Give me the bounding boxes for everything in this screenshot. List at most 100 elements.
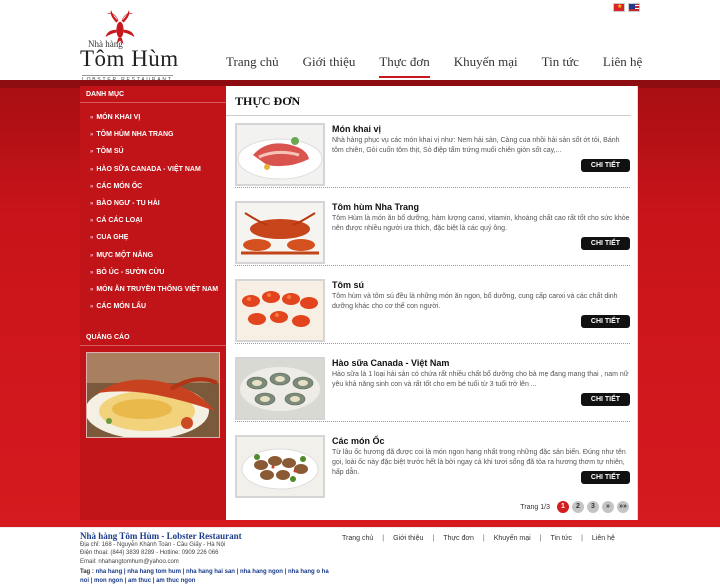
nav-about[interactable]: Giới thiệu xyxy=(303,54,368,76)
tag-link[interactable]: nha hang tom hum xyxy=(127,569,181,575)
tag-link[interactable]: nha hang ngon xyxy=(240,569,283,575)
nav-menu[interactable]: Thực đơn xyxy=(379,54,441,78)
footer-phone: Điện thoại: (844) 3839 8289 - Hotline: 0… xyxy=(80,550,219,556)
tag-link[interactable]: nha hang xyxy=(96,569,123,575)
last-page-button[interactable]: »» xyxy=(617,501,629,513)
double-arrow-icon: » xyxy=(90,149,94,156)
footer-nav: Trang chủ | Giới thiệu | Thực đơn | Khuyến … xyxy=(342,535,615,542)
category-heading: DANH MỤC xyxy=(80,86,226,103)
pagination: Trang 1/3 1 2 3 » »» xyxy=(520,501,629,513)
menu-item: Tôm hùm Nha Trang Tôm Hùm là món ăn bổ d… xyxy=(235,201,633,271)
double-arrow-icon: » xyxy=(90,286,94,293)
content-panel: THỰC ĐƠN Món khai vị Nhà hàng phục vụ cá… xyxy=(226,86,638,520)
nav-separator: | xyxy=(432,535,435,542)
nav-separator: | xyxy=(539,535,542,542)
page-3-button[interactable]: 3 xyxy=(587,501,599,513)
menu-item-title[interactable]: Các món Ốc xyxy=(332,436,385,446)
menu-item-thumbnail[interactable] xyxy=(235,435,325,498)
category-item[interactable]: » CÁC MÓN LẨU xyxy=(80,298,226,315)
oyster-image xyxy=(237,359,323,418)
menu-item-title[interactable]: Hào sữa Canada - Việt Nam xyxy=(332,358,449,368)
nav-separator: | xyxy=(482,535,485,542)
main-nav: Trang chủ Giới thiệu Thực đơn Khuyến mại… xyxy=(226,54,666,78)
menu-item-thumbnail[interactable] xyxy=(235,123,325,186)
tag-link[interactable]: am thuc xyxy=(128,578,151,584)
category-item[interactable]: » BÀO NGƯ - TU HÀI xyxy=(80,195,226,212)
category-list: » MÓN KHAI VỊ » TÔM HÙM NHA TRANG » TÔM SÚ … xyxy=(80,103,226,315)
site-footer: Nhà hàng Tôm Hùm - Lobster Restaurant Đị… xyxy=(0,527,720,587)
details-button[interactable]: CHI TIẾT xyxy=(581,393,630,406)
menu-item-thumbnail[interactable] xyxy=(235,201,325,264)
footer-restaurant-name: Nhà hàng Tôm Hùm - Lobster Restaurant xyxy=(80,531,242,541)
tag-link[interactable]: nha hang hai san xyxy=(186,569,235,575)
footer-nav-contact[interactable]: Liên hệ xyxy=(592,535,615,542)
footer-nav-news[interactable]: Tin tức xyxy=(551,535,573,542)
menu-item-description: Nhà hàng phục vụ các món khai vị như: Ne… xyxy=(332,137,620,154)
item-separator xyxy=(235,187,630,188)
footer-nav-about[interactable]: Giới thiệu xyxy=(393,535,423,542)
sidebar: DANH MỤC » MÓN KHAI VỊ » TÔM HÙM NHA TRANG… xyxy=(80,86,226,520)
details-button[interactable]: CHI TIẾT xyxy=(581,471,630,484)
footer-nav-promotions[interactable]: Khuyến mại xyxy=(494,535,531,542)
category-item[interactable]: » MÓN ĂN TRUYỀN THỐNG VIỆT NAM xyxy=(80,281,226,298)
double-arrow-icon: » xyxy=(90,115,94,121)
category-item[interactable]: » MÓN KHAI VỊ xyxy=(80,109,226,126)
category-item[interactable]: » BÒ ÚC - SƯỜN CỪU xyxy=(80,264,226,281)
category-item[interactable]: » CUA GHẸ xyxy=(80,229,226,246)
menu-item-thumbnail[interactable] xyxy=(235,279,325,342)
category-item[interactable]: » TÔM HÙM NHA TRANG xyxy=(80,126,226,143)
ad-banner-image[interactable] xyxy=(86,352,220,439)
language-switcher xyxy=(613,3,640,12)
nav-news[interactable]: Tin tức xyxy=(542,54,591,76)
logo-title: Tôm Hùm xyxy=(80,46,179,71)
menu-item-title[interactable]: Tôm sú xyxy=(332,280,364,290)
item-separator xyxy=(235,265,630,266)
nav-contact[interactable]: Liên hệ xyxy=(603,54,654,76)
category-item[interactable]: » CÁ CÁC LOẠI xyxy=(80,212,226,229)
double-arrow-icon: » xyxy=(90,183,94,190)
menu-item-title[interactable]: Tôm hùm Nha Trang xyxy=(332,202,419,212)
category-item[interactable]: » HÀO SỮA CANADA - VIỆT NAM xyxy=(80,161,226,178)
double-arrow-icon: » xyxy=(90,235,94,242)
menu-item-thumbnail[interactable] xyxy=(235,357,325,420)
lobster-dish-image xyxy=(87,353,219,438)
english-flag-icon[interactable] xyxy=(628,3,640,12)
page-2-button[interactable]: 2 xyxy=(572,501,584,513)
category-item[interactable]: » TÔM SÚ xyxy=(80,143,226,160)
footer-email: Email: nhahangtomhum@yahoo.com xyxy=(80,559,179,565)
menu-item-description: Hào sữa là 1 loại hải sản có chứa rất nh… xyxy=(332,371,629,388)
page-1-button[interactable]: 1 xyxy=(557,501,569,513)
details-button[interactable]: CHI TIẾT xyxy=(581,315,630,328)
details-button[interactable]: CHI TIẾT xyxy=(581,237,630,250)
nav-separator: | xyxy=(382,535,385,542)
vietnam-flag-icon[interactable] xyxy=(613,3,625,12)
menu-item-description: Tôm Hùm là món ăn bổ dưỡng, hàm lượng ca… xyxy=(332,215,630,232)
tag-link[interactable]: mon ngon xyxy=(94,578,123,584)
site-logo[interactable]: Nhà hàng Tôm Hùm LOBSTER RESTAURANT xyxy=(80,10,178,83)
site-header: Nhà hàng Tôm Hùm LOBSTER RESTAURANT Tran… xyxy=(0,0,720,83)
footer-nav-home[interactable]: Trang chủ xyxy=(342,535,373,542)
menu-item-description: Tôm hùm và tôm sú đều là những món ăn ng… xyxy=(332,293,618,310)
double-arrow-icon: » xyxy=(90,200,94,207)
category-item[interactable]: » MỰC MỘT NẮNG xyxy=(80,247,226,264)
footer-tags: Tag : nha hang | nha hang tom hum | nha … xyxy=(80,569,329,584)
menu-item: Hào sữa Canada - Việt Nam Hào sữa là 1 l… xyxy=(235,357,633,427)
nav-promotions[interactable]: Khuyến mại xyxy=(454,54,530,76)
tag-link[interactable]: am thuc ngon xyxy=(156,578,195,584)
menu-item: Món khai vị Nhà hàng phục vụ các món kha… xyxy=(235,123,633,193)
footer-nav-menu[interactable]: Thực đơn xyxy=(443,535,474,542)
nav-home[interactable]: Trang chủ xyxy=(226,54,291,76)
snail-image xyxy=(237,437,323,496)
menu-item-title[interactable]: Món khai vị xyxy=(332,124,381,134)
double-arrow-icon: » xyxy=(90,269,94,276)
page-title: THỰC ĐƠN xyxy=(226,86,631,116)
next-page-button[interactable]: » xyxy=(602,501,614,513)
double-arrow-icon: » xyxy=(90,304,94,311)
double-arrow-icon: » xyxy=(90,218,94,225)
category-item[interactable]: » CÁC MÓN ỐC xyxy=(80,178,226,195)
shrimp-image xyxy=(237,281,323,340)
nav-separator: | xyxy=(581,535,583,542)
double-arrow-icon: » xyxy=(90,132,94,139)
details-button[interactable]: CHI TIẾT xyxy=(581,159,630,172)
double-arrow-icon: » xyxy=(90,252,94,259)
